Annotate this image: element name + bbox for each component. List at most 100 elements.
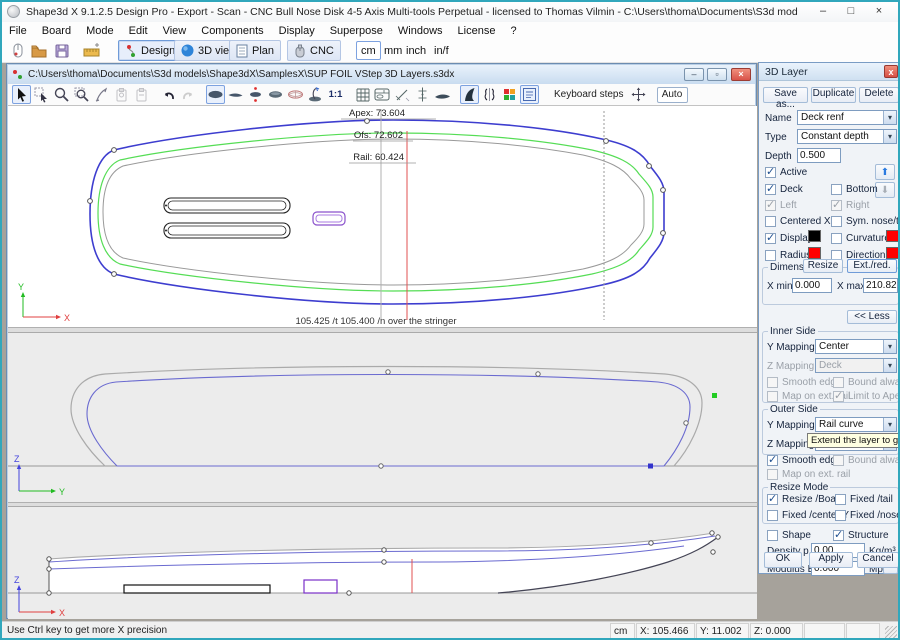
- fixed-nose-checkbox[interactable]: Fixed /nose: [835, 509, 900, 522]
- fixed-tail-checkbox[interactable]: Fixed /tail: [835, 493, 893, 506]
- color-layers-icon[interactable]: [500, 85, 519, 104]
- ext-red-button[interactable]: Ext./red.: [847, 259, 897, 273]
- s-curves-icon[interactable]: [480, 85, 499, 104]
- display-checkbox[interactable]: ✓Display: [765, 232, 813, 245]
- outline-view-icon[interactable]: [206, 85, 225, 104]
- ok-button[interactable]: OK: [764, 552, 802, 568]
- depth-input[interactable]: 0.500: [797, 148, 841, 163]
- scale-1-1-label[interactable]: 1:1: [326, 85, 345, 104]
- pointer-tool-icon[interactable]: [9, 42, 27, 60]
- outer-smooth-edge-checkbox[interactable]: ✓Smooth edge: [767, 454, 842, 467]
- display-color-swatch[interactable]: [808, 230, 821, 242]
- profile-view-pane[interactable]: Z X: [8, 507, 757, 619]
- menu-item-superpose[interactable]: Superpose: [330, 25, 383, 37]
- properties-panel-icon[interactable]: [520, 85, 539, 104]
- paste-tool-icon[interactable]: [132, 85, 151, 104]
- apply-button[interactable]: Apply: [809, 552, 853, 568]
- menu-item-license[interactable]: License: [458, 25, 496, 37]
- menu-item-components[interactable]: Components: [201, 25, 263, 37]
- undo-icon[interactable]: [159, 85, 178, 104]
- close-button[interactable]: ×: [866, 4, 892, 19]
- bottom-checkbox[interactable]: Bottom: [831, 183, 878, 196]
- maximize-button[interactable]: □: [838, 4, 864, 19]
- type-select[interactable]: Constant depth ▾: [797, 129, 897, 144]
- doc-minimize-button[interactable]: –: [684, 68, 704, 81]
- menu-item-file[interactable]: File: [9, 25, 27, 37]
- resize-button[interactable]: Resize: [803, 259, 843, 273]
- fin-boxes[interactable]: [164, 198, 290, 238]
- move-up-button[interactable]: ⬆: [875, 164, 895, 180]
- outline-view-pane[interactable]: Apex: 73.604 Ofs: 72.602 Rail: 60.424 10…: [8, 106, 757, 328]
- grid-icon[interactable]: [353, 85, 372, 104]
- x-max-input[interactable]: 210.826: [863, 278, 898, 293]
- rocker-view-icon[interactable]: [226, 85, 245, 104]
- select-tool-icon[interactable]: [12, 85, 31, 104]
- zoom-area-tool-icon[interactable]: [72, 85, 91, 104]
- panel-title-bar[interactable]: 3D Layer x: [759, 63, 900, 81]
- wireframe-view-icon[interactable]: [286, 85, 305, 104]
- resize-board-checkbox[interactable]: ✓Resize /Board: [767, 493, 845, 506]
- curvature-color-swatch[interactable]: [886, 230, 899, 242]
- minimize-button[interactable]: –: [810, 4, 836, 19]
- radius-color-swatch[interactable]: [808, 247, 821, 259]
- cancel-button[interactable]: Cancel: [857, 552, 899, 568]
- x-min-input[interactable]: 0.000: [792, 278, 832, 293]
- menu-item-board[interactable]: Board: [42, 25, 71, 37]
- chevron-down-icon[interactable]: ▾: [883, 130, 896, 143]
- plan-button[interactable]: Plan: [229, 40, 281, 61]
- select-box-tool-icon[interactable]: [32, 85, 51, 104]
- name-select[interactable]: Deck renf ▾: [797, 110, 897, 125]
- slices-panel-icon[interactable]: [373, 85, 392, 104]
- resize-grip[interactable]: [885, 626, 897, 638]
- chevron-down-icon[interactable]: ▾: [883, 418, 896, 431]
- sym-nose-tail-checkbox[interactable]: Sym. nose/tail: [831, 215, 900, 228]
- menu-item-edit[interactable]: Edit: [129, 25, 148, 37]
- doc-close-button[interactable]: ×: [731, 68, 751, 81]
- save-as-button[interactable]: Save as...: [763, 87, 808, 103]
- panel-close-button[interactable]: x: [884, 65, 898, 78]
- control-points[interactable]: [379, 370, 717, 469]
- chevron-down-icon[interactable]: ▾: [883, 111, 896, 124]
- redo-icon[interactable]: [179, 85, 198, 104]
- chevron-down-icon[interactable]: ▾: [883, 340, 896, 353]
- ruler-icon[interactable]: [82, 42, 100, 60]
- auto-button[interactable]: Auto: [657, 87, 688, 103]
- unit-inch-button[interactable]: inch: [402, 41, 430, 60]
- unit-inf-button[interactable]: in/f: [430, 41, 453, 60]
- doc-restore-button[interactable]: ▫: [707, 68, 727, 81]
- inner-y-mapping-select[interactable]: Center ▾: [815, 339, 897, 354]
- menu-item-view[interactable]: View: [163, 25, 187, 37]
- save-icon[interactable]: [53, 42, 71, 60]
- structure-checkbox[interactable]: ✓Structure: [833, 529, 889, 542]
- less-button[interactable]: << Less: [847, 310, 897, 324]
- fin-box-profile[interactable]: [124, 585, 270, 593]
- pan-hand-tool-icon[interactable]: [92, 85, 111, 104]
- centerline-icon[interactable]: [413, 85, 432, 104]
- menu-item-mode[interactable]: Mode: [86, 25, 114, 37]
- deck-view-icon[interactable]: [266, 85, 285, 104]
- curvature-checkbox[interactable]: Curvature: [831, 232, 890, 245]
- zoom-tool-icon[interactable]: [52, 85, 71, 104]
- delete-button[interactable]: Delete: [859, 87, 899, 103]
- unit-cm-button[interactable]: cm: [356, 41, 381, 60]
- outer-y-mapping-select[interactable]: Rail curve ▾: [815, 417, 897, 432]
- fin-tool-icon[interactable]: [460, 85, 479, 104]
- duplicate-button[interactable]: Duplicate: [811, 87, 856, 103]
- section-view-pane[interactable]: Z Y: [8, 333, 757, 503]
- menu-item-display[interactable]: Display: [279, 25, 315, 37]
- centered-x-checkbox[interactable]: Centered X: [765, 215, 831, 228]
- plug-box[interactable]: [313, 212, 345, 225]
- rotate-3d-icon[interactable]: [306, 85, 325, 104]
- directional-color-swatch[interactable]: [886, 247, 899, 259]
- rail-curve-icon[interactable]: [433, 85, 452, 104]
- move-steps-icon[interactable]: [629, 85, 648, 104]
- design-mode-button[interactable]: Design: [118, 40, 182, 61]
- active-checkbox[interactable]: ✓Active: [765, 166, 807, 179]
- measure-icon[interactable]: [393, 85, 412, 104]
- menu-item-windows[interactable]: Windows: [398, 25, 443, 37]
- thickness-view-icon[interactable]: [246, 85, 265, 104]
- deck-checkbox[interactable]: ✓Deck: [765, 183, 803, 196]
- open-folder-icon[interactable]: [30, 42, 48, 60]
- plug-profile[interactable]: [304, 580, 337, 593]
- document-title-bar[interactable]: C:\Users\thoma\Documents\S3d models\Shap…: [8, 65, 755, 84]
